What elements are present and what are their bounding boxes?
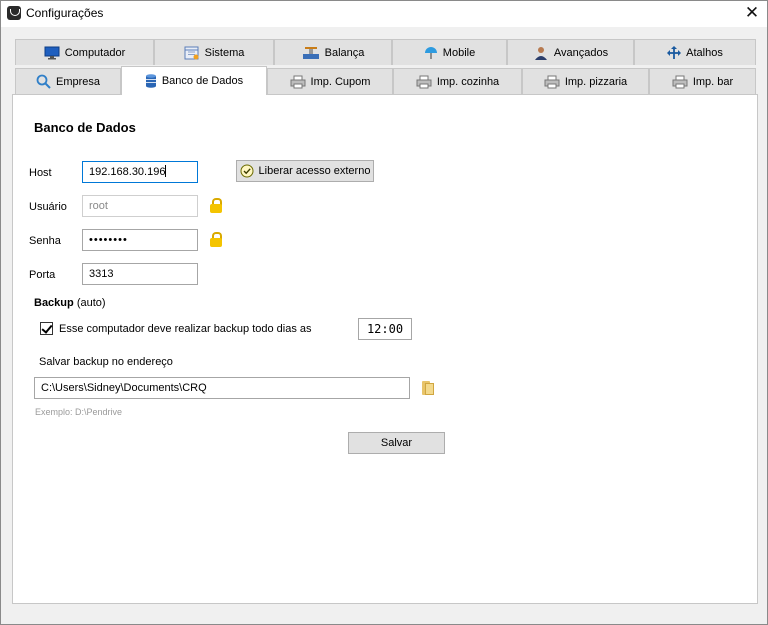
tab-label: Atalhos: [686, 46, 723, 59]
tab-empresa[interactable]: Empresa: [15, 68, 121, 94]
host-input[interactable]: 192.168.30.196: [82, 161, 198, 183]
scale-icon: [302, 46, 319, 59]
printer-icon: [672, 75, 688, 88]
tab-label: Computador: [64, 46, 126, 59]
folder-icon[interactable]: [422, 381, 434, 395]
calendar-icon: [184, 46, 199, 59]
tab-label: Sistema: [204, 46, 245, 59]
database-icon: [145, 74, 156, 88]
password-label: Senha: [29, 235, 61, 247]
port-label: Porta: [29, 269, 56, 281]
backup-heading: Backup (auto): [34, 297, 106, 309]
backup-path-label: Salvar backup no endereço: [39, 356, 173, 368]
tab-balanca[interactable]: Balança: [274, 39, 392, 65]
backup-time-input[interactable]: 12:00: [358, 318, 412, 340]
tab-computador[interactable]: Computador: [15, 39, 154, 65]
monitor-icon: [44, 46, 60, 59]
database-settings-panel: Banco de Dados Host 192.168.30.196 Liber…: [12, 94, 758, 604]
printer-icon: [290, 75, 306, 88]
external-access-button[interactable]: Liberar acesso externo: [236, 160, 374, 182]
tab-imp-cozinha[interactable]: Imp. cozinha: [393, 68, 522, 94]
printer-icon: [416, 75, 432, 88]
tab-imp-bar[interactable]: Imp. bar: [649, 68, 756, 94]
tab-imp-cupom[interactable]: Imp. Cupom: [267, 68, 393, 94]
section-title: Banco de Dados: [34, 120, 136, 135]
settings-window: Configurações ✕ Computador Sistema Balan…: [0, 0, 768, 625]
tab-imp-pizzaria[interactable]: Imp. pizzaria: [522, 68, 649, 94]
backup-title-suffix: (auto): [76, 297, 106, 309]
tab-label: Banco de Dados: [161, 75, 244, 87]
port-input[interactable]: 3313: [82, 263, 198, 285]
external-access-label: Liberar acesso externo: [258, 165, 371, 177]
lock-icon: [210, 232, 222, 247]
tab-label: Empresa: [55, 75, 101, 88]
user-icon: [534, 46, 547, 60]
backup-path-hint: Exemplo: D:\Pendrive: [35, 407, 123, 417]
tab-atalhos[interactable]: Atalhos: [634, 39, 756, 65]
backup-path-input[interactable]: C:\Users\Sidney\Documents\CRQ: [34, 377, 410, 399]
tab-label: Imp. Cupom: [310, 75, 371, 88]
backup-title: Backup: [34, 297, 74, 309]
lock-icon: [210, 198, 222, 213]
tab-label: Mobile: [442, 46, 476, 59]
tab-sistema[interactable]: Sistema: [154, 39, 274, 65]
tab-banco-de-dados[interactable]: Banco de Dados: [121, 66, 267, 95]
umbrella-icon: [424, 46, 437, 59]
backup-enabled-checkbox[interactable]: [40, 322, 53, 335]
tab-avancados[interactable]: Avançados: [507, 39, 634, 65]
search-icon: [36, 74, 51, 89]
printer-icon: [544, 75, 560, 88]
text-caret: [165, 165, 167, 177]
window-title: Configurações: [26, 6, 104, 20]
close-button[interactable]: ✕: [737, 1, 767, 27]
move-arrows-icon: [667, 45, 682, 59]
tab-label: Imp. cozinha: [436, 75, 500, 88]
user-label: Usuário: [29, 201, 67, 213]
app-logo-icon: [7, 6, 21, 20]
tab-label: Imp. pizzaria: [564, 75, 628, 88]
host-label: Host: [29, 167, 52, 179]
title-bar: Configurações ✕: [1, 1, 767, 27]
tab-label: Avançados: [553, 46, 609, 59]
tab-mobile[interactable]: Mobile: [392, 39, 507, 65]
user-input[interactable]: root: [82, 195, 198, 217]
backup-checkbox-label: Esse computador deve realizar backup tod…: [59, 323, 312, 335]
password-input[interactable]: ••••••••: [82, 229, 198, 251]
check-circle-icon: [240, 164, 254, 178]
save-button[interactable]: Salvar: [348, 432, 445, 454]
host-value: 192.168.30.196: [89, 166, 166, 178]
tab-label: Balança: [324, 46, 365, 59]
tab-label: Imp. bar: [692, 75, 734, 88]
